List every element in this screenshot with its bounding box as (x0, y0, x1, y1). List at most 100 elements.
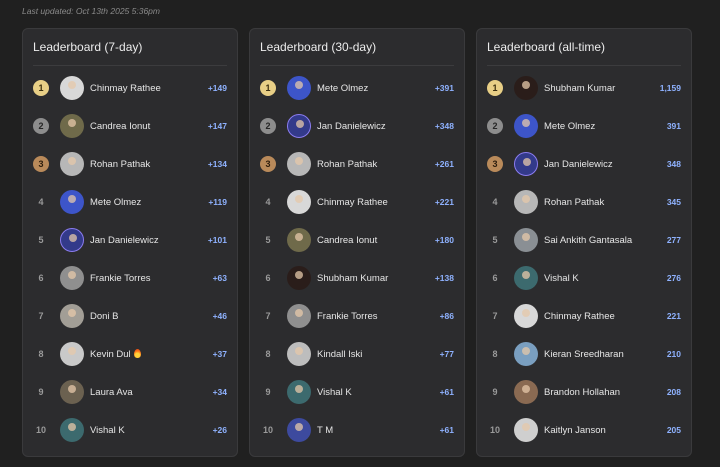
user-name[interactable]: Shubham Kumar (317, 273, 435, 284)
avatar[interactable] (60, 152, 84, 176)
user-name[interactable]: Sai Ankith Gantasala (544, 235, 667, 246)
avatar[interactable] (514, 114, 538, 138)
user-name-text: Shubham Kumar (317, 272, 389, 284)
avatar[interactable] (60, 190, 84, 214)
user-name-text: Chinmay Rathee (544, 310, 615, 322)
avatar[interactable] (60, 342, 84, 366)
leaderboard-row[interactable]: 9 Vishal K +61 (260, 373, 454, 411)
avatar[interactable] (60, 76, 84, 100)
user-name[interactable]: Rohan Pathak (544, 197, 667, 208)
user-name[interactable]: Candrea Ionut (90, 121, 208, 132)
leaderboard-row[interactable]: 8 Kindall Iski +77 (260, 335, 454, 373)
user-name[interactable]: Jan Danielewicz (317, 121, 435, 132)
leaderboard-row[interactable]: 1 Shubham Kumar 1,159 (487, 69, 681, 107)
avatar[interactable] (60, 304, 84, 328)
avatar[interactable] (60, 228, 84, 252)
avatar[interactable] (60, 266, 84, 290)
leaderboard-row[interactable]: 3 Rohan Pathak +134 (33, 145, 227, 183)
rank-number: 6 (265, 273, 271, 283)
leaderboard-row[interactable]: 3 Jan Danielewicz 348 (487, 145, 681, 183)
leaderboard-row[interactable]: 6 Shubham Kumar +138 (260, 259, 454, 297)
user-name[interactable]: Mete Olmez (544, 121, 667, 132)
leaderboard-row[interactable]: 8 Kieran Sreedharan 210 (487, 335, 681, 373)
user-name[interactable]: Frankie Torres (317, 311, 440, 322)
leaderboard-row[interactable]: 4 Chinmay Rathee +221 (260, 183, 454, 221)
user-name[interactable]: Rohan Pathak (317, 159, 435, 170)
avatar[interactable] (514, 418, 538, 442)
leaderboard-row[interactable]: 6 Vishal K 276 (487, 259, 681, 297)
leaderboard-row[interactable]: 4 Mete Olmez +119 (33, 183, 227, 221)
user-name[interactable]: Candrea Ionut (317, 235, 435, 246)
avatar[interactable] (514, 304, 538, 328)
user-name[interactable]: Chinmay Rathee (317, 197, 435, 208)
avatar[interactable] (287, 76, 311, 100)
avatar[interactable] (514, 152, 538, 176)
avatar[interactable] (287, 114, 311, 138)
avatar[interactable] (514, 342, 538, 366)
avatar[interactable] (60, 380, 84, 404)
user-name[interactable]: Jan Danielewicz (90, 235, 208, 246)
user-name[interactable]: Vishal K (90, 425, 213, 436)
avatar[interactable] (514, 266, 538, 290)
user-name[interactable]: T M (317, 425, 440, 436)
user-name-text: Chinmay Rathee (317, 196, 388, 208)
rank-number: 8 (38, 349, 44, 359)
leaderboard-row[interactable]: 6 Frankie Torres +63 (33, 259, 227, 297)
leaderboard-row[interactable]: 10 T M +61 (260, 411, 454, 449)
user-name[interactable]: Chinmay Rathee (90, 83, 208, 94)
leaderboard-row[interactable]: 5 Sai Ankith Gantasala 277 (487, 221, 681, 259)
rank-medal-bronze: 3 (260, 156, 276, 172)
score-value: +138 (434, 273, 454, 283)
leaderboard-row[interactable]: 10 Vishal K +26 (33, 411, 227, 449)
avatar[interactable] (287, 380, 311, 404)
leaderboard-row[interactable]: 3 Rohan Pathak +261 (260, 145, 454, 183)
leaderboard-row[interactable]: 4 Rohan Pathak 345 (487, 183, 681, 221)
avatar[interactable] (287, 342, 311, 366)
user-name[interactable]: Shubham Kumar (544, 83, 660, 94)
avatar[interactable] (287, 304, 311, 328)
user-name[interactable]: Vishal K (317, 387, 440, 398)
avatar[interactable] (514, 380, 538, 404)
leaderboard-row[interactable]: 2 Jan Danielewicz +348 (260, 107, 454, 145)
avatar[interactable] (514, 190, 538, 214)
avatar[interactable] (287, 418, 311, 442)
user-name[interactable]: Kieran Sreedharan (544, 349, 667, 360)
leaderboard-row[interactable]: 5 Jan Danielewicz +101 (33, 221, 227, 259)
leaderboard-row[interactable]: 7 Chinmay Rathee 221 (487, 297, 681, 335)
leaderboard-row[interactable]: 5 Candrea Ionut +180 (260, 221, 454, 259)
user-name[interactable]: Kindall Iski (317, 349, 440, 360)
leaderboard-row[interactable]: 2 Mete Olmez 391 (487, 107, 681, 145)
rank-number: 8 (492, 349, 498, 359)
user-name[interactable]: Frankie Torres (90, 273, 213, 284)
avatar[interactable] (60, 418, 84, 442)
avatar[interactable] (60, 114, 84, 138)
leaderboard-row[interactable]: 1 Chinmay Rathee +149 (33, 69, 227, 107)
avatar[interactable] (287, 190, 311, 214)
leaderboard-row[interactable]: 8 Kevin Dul +37 (33, 335, 227, 373)
score-value: 348 (666, 159, 681, 169)
leaderboard-row[interactable]: 9 Laura Ava +34 (33, 373, 227, 411)
leaderboard-row[interactable]: 1 Mete Olmez +391 (260, 69, 454, 107)
avatar[interactable] (287, 266, 311, 290)
user-name[interactable]: Mete Olmez (90, 197, 208, 208)
leaderboard-row[interactable]: 9 Brandon Hollahan 208 (487, 373, 681, 411)
user-name[interactable]: Kaitlyn Janson (544, 425, 667, 436)
leaderboard-row[interactable]: 2 Candrea Ionut +147 (33, 107, 227, 145)
rank-number: 5 (265, 235, 271, 245)
avatar[interactable] (287, 152, 311, 176)
user-name[interactable]: Kevin Dul (90, 348, 213, 360)
leaderboard-row[interactable]: 7 Frankie Torres +86 (260, 297, 454, 335)
user-name[interactable]: Chinmay Rathee (544, 311, 667, 322)
user-name[interactable]: Doni B (90, 311, 213, 322)
avatar[interactable] (514, 76, 538, 100)
leaderboard-row[interactable]: 10 Kaitlyn Janson 205 (487, 411, 681, 449)
avatar[interactable] (514, 228, 538, 252)
user-name[interactable]: Vishal K (544, 273, 667, 284)
user-name[interactable]: Laura Ava (90, 387, 213, 398)
user-name[interactable]: Rohan Pathak (90, 159, 208, 170)
avatar[interactable] (287, 228, 311, 252)
user-name[interactable]: Mete Olmez (317, 83, 435, 94)
user-name[interactable]: Brandon Hollahan (544, 387, 667, 398)
leaderboard-row[interactable]: 7 Doni B +46 (33, 297, 227, 335)
user-name[interactable]: Jan Danielewicz (544, 159, 667, 170)
